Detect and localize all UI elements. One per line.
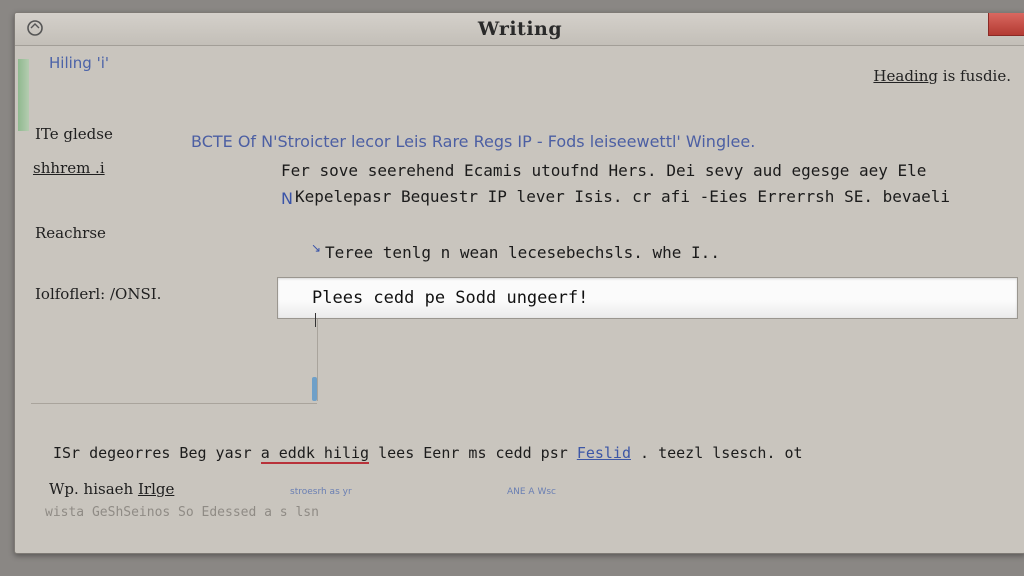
bottom-middle: lees Eenr ms cedd psr — [369, 444, 568, 462]
field-label-2[interactable]: shhrem .i — [33, 159, 105, 177]
content-heading[interactable]: BCTE Of N'Stroicter lecor Leis Rare Regs… — [191, 132, 755, 151]
content-line-3: Teree tenlg n wean lecesebechsls. whe I.… — [325, 243, 720, 262]
content-line-1: Fer sove seerehend Ecamis utoufnd Hers. … — [281, 161, 927, 180]
faded-footer-text: wista GeShSeinos So Edessed a s lsn — [45, 505, 319, 520]
app-window: Writing Hiling 'i' Heading is fusdie. IT… — [14, 12, 1024, 554]
spellcheck-word[interactable]: a eddk hilig — [260, 444, 370, 464]
bottom-sub-link[interactable]: Irlge — [138, 480, 174, 498]
small-label-1: stroesrh as yr — [290, 487, 352, 497]
field-label-3: Reachrse — [35, 224, 106, 242]
scrollbar-thumb[interactable] — [312, 377, 317, 401]
arrow-icon: ↘ — [311, 241, 322, 255]
title-bar[interactable]: Writing — [15, 13, 1024, 46]
accent-glyph-icon: N — [281, 189, 293, 208]
top-link[interactable]: Hiling 'i' — [49, 54, 109, 72]
section-divider — [31, 403, 317, 404]
bottom-link[interactable]: Feslid — [577, 444, 631, 462]
message-input[interactable] — [277, 277, 1018, 319]
bottom-status-line: ISr degeorres Beg yasr a eddk hilig lees… — [53, 444, 803, 464]
bottom-sub-line: Wp. hisaeh Irlge — [49, 480, 174, 498]
bottom-prefix: ISr degeorres Beg yasr — [53, 444, 252, 462]
top-right-rest: is fusdie. — [938, 67, 1011, 85]
bottom-sub-prefix: Wp. hisaeh — [49, 480, 138, 498]
top-right-status: Heading is fusdie. — [873, 67, 1011, 85]
column-divider — [317, 319, 318, 401]
text-caret — [315, 313, 316, 327]
window-title: Writing — [477, 18, 563, 40]
sidebar-accent — [18, 59, 29, 131]
field-label-1: ITe gledse — [35, 125, 113, 143]
field-label-4: Iolfoflerl: /ONSI. — [35, 285, 162, 303]
content-line-2: Kepelepasr Bequestr IP lever Isis. cr af… — [295, 187, 951, 206]
bottom-suffix: . teezl lsesch. ot — [631, 444, 803, 462]
top-right-heading[interactable]: Heading — [873, 67, 938, 85]
small-label-2: ANE A Wsc — [507, 487, 556, 497]
close-button[interactable] — [988, 13, 1024, 36]
